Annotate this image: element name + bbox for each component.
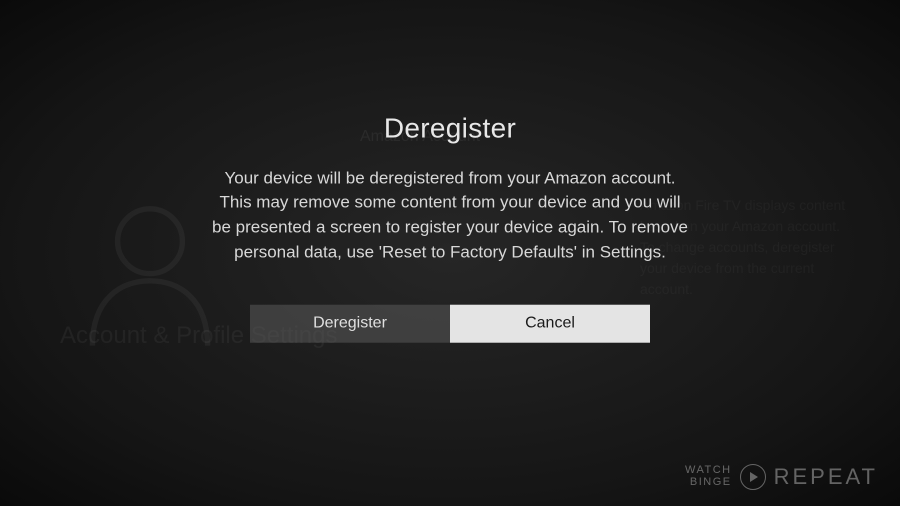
deregister-dialog: Deregister Your device will be deregiste… <box>210 112 690 343</box>
dialog-actions: Deregister Cancel <box>250 305 650 343</box>
watermark-line2: BINGE <box>690 477 732 489</box>
watermark: WATCH BINGE REPEAT <box>685 464 878 490</box>
watermark-left: WATCH BINGE <box>685 465 732 488</box>
watermark-repeat: REPEAT <box>774 464 878 490</box>
dialog-title: Deregister <box>210 112 690 144</box>
play-icon <box>740 464 766 490</box>
dialog-body: Your device will be deregistered from yo… <box>210 166 690 265</box>
deregister-button[interactable]: Deregister <box>250 305 450 343</box>
cancel-button[interactable]: Cancel <box>450 305 650 343</box>
